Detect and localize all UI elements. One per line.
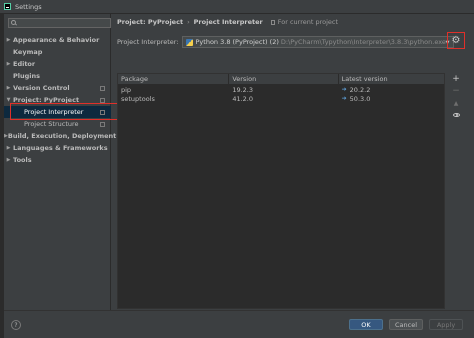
interpreter-label: Project Interpreter: <box>117 38 179 46</box>
window-title: Settings <box>15 2 42 11</box>
add-package-button[interactable]: + <box>449 73 463 85</box>
tree-item-version-control[interactable]: ▶ Version Control <box>4 82 111 94</box>
gear-icon: ⚙ <box>451 34 461 46</box>
tree-item-build-execution-deployment[interactable]: ▶ Build, Execution, Deployment <box>4 130 116 142</box>
search-icon <box>11 20 17 26</box>
collapse-arrow-icon[interactable]: ▼ <box>4 97 13 103</box>
latest-version-text: 20.2.2 <box>349 85 371 94</box>
project-scope-icon <box>100 85 105 91</box>
project-scope-icon <box>100 97 105 103</box>
title-bar: Settings <box>0 0 474 14</box>
table-row[interactable]: setuptools 41.2.0 ➜ 50.3.0 <box>118 94 444 103</box>
pycharm-app-icon <box>4 3 11 10</box>
expand-arrow-icon[interactable]: ▶ <box>4 157 13 163</box>
tree-item-project-interpreter[interactable]: Project Interpreter <box>4 106 111 118</box>
column-header-package[interactable]: Package <box>118 74 230 84</box>
column-header-latest-version[interactable]: Latest version <box>339 74 444 84</box>
show-early-releases-button[interactable] <box>449 109 463 121</box>
eye-icon <box>452 113 460 117</box>
dialog-footer: ? OK Cancel Apply <box>0 310 474 338</box>
tree-item-label: Keymap <box>13 48 43 56</box>
package-toolbar: + − ▲ <box>449 73 463 121</box>
tree-item-label: Languages & Frameworks <box>13 144 108 152</box>
table-header: Package Version Latest version <box>118 74 444 85</box>
scope-note-text: For current project <box>277 18 339 26</box>
table-row[interactable]: pip 19.2.3 ➜ 20.2.2 <box>118 85 444 94</box>
settings-dialog: ▶ Appearance & Behavior Keymap ▶ Editor … <box>0 14 474 338</box>
project-scope-icon <box>100 121 105 127</box>
package-cell: setuptools <box>121 94 155 103</box>
help-button[interactable]: ? <box>11 320 21 330</box>
expand-arrow-icon[interactable]: ▶ <box>4 37 13 43</box>
cancel-button[interactable]: Cancel <box>389 319 423 330</box>
breadcrumb: Project: PyProject › Project Interpreter… <box>117 17 338 27</box>
interpreter-name: Python 3.8 (PyProject) (2) <box>195 38 279 46</box>
breadcrumb-current: Project Interpreter <box>193 18 263 26</box>
packages-table: Package Version Latest version pip 19.2.… <box>117 73 445 309</box>
expand-arrow-icon[interactable]: ▶ <box>4 85 13 91</box>
settings-sidebar: ▶ Appearance & Behavior Keymap ▶ Editor … <box>4 14 116 310</box>
ok-button[interactable]: OK <box>349 319 383 330</box>
tree-item-label: Version Control <box>13 84 70 92</box>
tree-item-plugins[interactable]: Plugins <box>4 70 111 82</box>
settings-search-input[interactable] <box>8 18 111 28</box>
package-cell: pip <box>121 85 132 94</box>
apply-button[interactable]: Apply <box>429 319 463 330</box>
column-header-version[interactable]: Version <box>229 74 339 84</box>
tree-item-tools[interactable]: ▶ Tools <box>4 154 111 166</box>
interpreter-path: D:\PyCharm\Typython\Interpreter\3.8.3\py… <box>280 38 446 46</box>
tree-item-languages-frameworks[interactable]: ▶ Languages & Frameworks <box>4 142 111 154</box>
upgrade-package-button[interactable]: ▲ <box>449 97 463 109</box>
tree-item-label: Editor <box>13 60 36 68</box>
python-icon <box>185 38 193 46</box>
interpreter-row: Project Interpreter: Python 3.8 (PyProje… <box>117 36 464 48</box>
tree-item-keymap[interactable]: Keymap <box>4 46 111 58</box>
upgrade-arrow-icon: ➜ <box>341 95 347 102</box>
latest-version-text: 50.3.0 <box>349 94 371 103</box>
window-left-edge <box>0 14 4 338</box>
latest-version-cell: ➜ 20.2.2 <box>339 85 444 94</box>
expand-arrow-icon[interactable]: ▶ <box>4 61 13 67</box>
latest-version-cell: ➜ 50.3.0 <box>339 94 444 103</box>
project-scope-icon <box>100 109 105 115</box>
interpreter-settings-button[interactable]: ⚙ <box>447 32 465 49</box>
tree-item-label: Plugins <box>13 72 40 80</box>
tree-item-project-pyproject[interactable]: ▼ Project: PyProject <box>4 94 111 106</box>
tree-item-label: Tools <box>13 156 32 164</box>
version-cell: 41.2.0 <box>232 94 253 103</box>
version-cell: 19.2.3 <box>232 85 253 94</box>
scope-note: For current project <box>270 18 339 26</box>
tree-item-project-structure[interactable]: Project Structure <box>4 118 111 130</box>
breadcrumb-parent: Project: PyProject <box>117 18 184 26</box>
upgrade-arrow-icon: ➜ <box>341 86 347 93</box>
tree-item-label: Appearance & Behavior <box>13 36 100 44</box>
remove-package-button[interactable]: − <box>449 85 463 97</box>
tree-item-label: Project Interpreter <box>24 108 84 116</box>
interpreter-select[interactable]: Python 3.8 (PyProject) (2) D:\PyCharm\Ty… <box>181 36 454 48</box>
tree-item-editor[interactable]: ▶ Editor <box>4 58 111 70</box>
tree-item-label: Project: PyProject <box>13 96 80 104</box>
copy-icon <box>270 19 275 25</box>
tree-item-label: Build, Execution, Deployment <box>7 132 117 140</box>
tree-item-label: Project Structure <box>24 120 79 128</box>
expand-arrow-icon[interactable]: ▶ <box>4 145 13 151</box>
breadcrumb-separator: › <box>187 18 190 26</box>
tree-item-appearance-behavior[interactable]: ▶ Appearance & Behavior <box>4 34 111 46</box>
settings-tree: ▶ Appearance & Behavior Keymap ▶ Editor … <box>4 34 116 166</box>
